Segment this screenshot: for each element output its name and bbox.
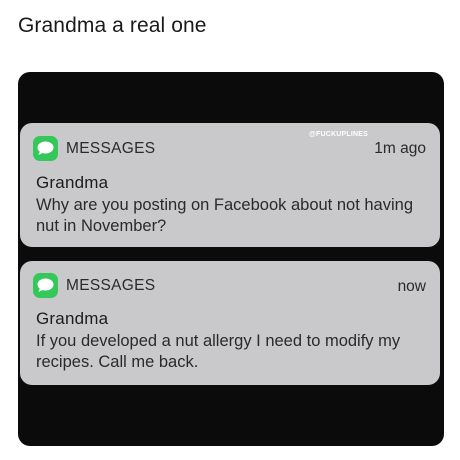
notification-sender: Grandma: [36, 309, 109, 328]
app-name: MESSAGES: [66, 277, 156, 294]
messages-bubble-icon: [33, 136, 58, 161]
meme-post: Grandma a real one MESSAGES @FUCKUPLINES…: [0, 0, 460, 460]
post-caption: Grandma a real one: [18, 14, 207, 37]
app-name: MESSAGES: [66, 140, 156, 157]
messages-bubble-icon: [33, 273, 58, 298]
notification-timestamp: now: [397, 278, 426, 295]
notification-message: If you developed a nut allergy I need to…: [36, 332, 401, 371]
phone-screen-photo: MESSAGES @FUCKUPLINES 1m ago Grandma Why…: [18, 72, 444, 446]
notification-timestamp: 1m ago: [374, 140, 426, 157]
notification-card[interactable]: MESSAGES now Grandma If you developed a …: [20, 261, 440, 385]
notification-sender: Grandma: [36, 173, 109, 192]
watermark-text: @FUCKUPLINES: [308, 131, 368, 138]
notification-message: Why are you posting on Facebook about no…: [36, 196, 413, 235]
notification-card[interactable]: MESSAGES @FUCKUPLINES 1m ago Grandma Why…: [20, 123, 440, 247]
